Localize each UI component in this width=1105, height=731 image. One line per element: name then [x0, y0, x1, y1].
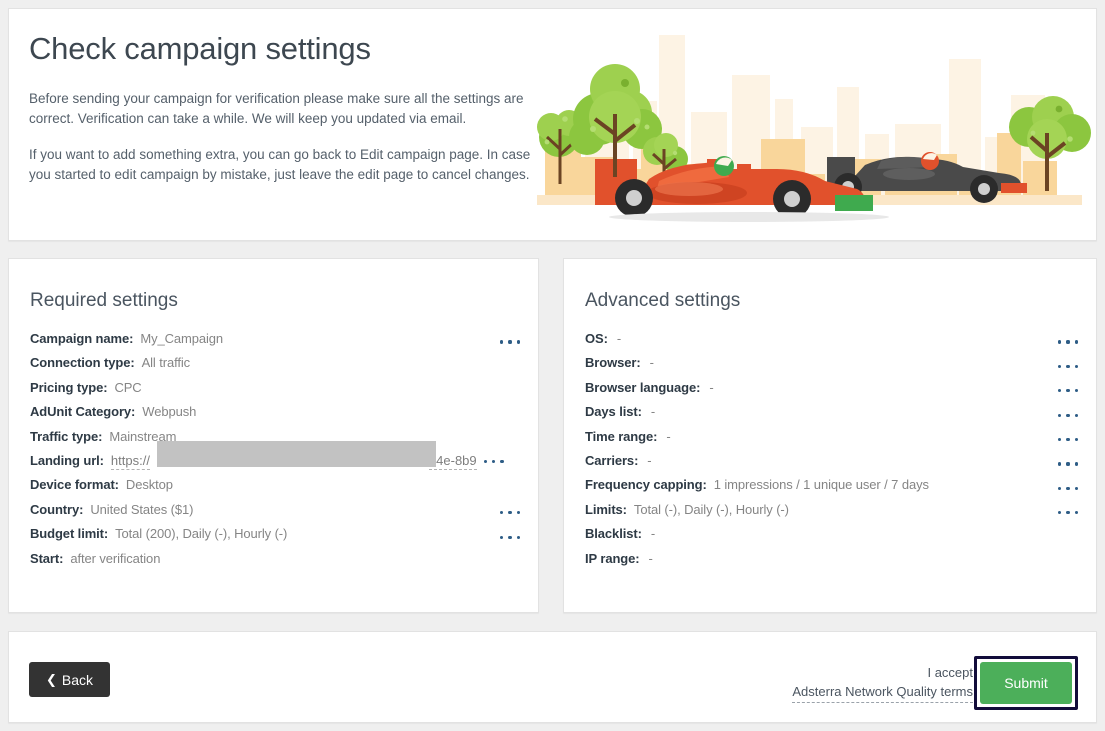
- row-menu-icon[interactable]: [1058, 408, 1078, 422]
- setting-label: IP range:: [585, 551, 640, 566]
- row-menu-icon[interactable]: [1058, 359, 1078, 373]
- setting-row: Frequency capping: 1 impressions / 1 uniq…: [585, 477, 1082, 501]
- setting-value: -: [650, 355, 654, 370]
- race-cars-illustration: [529, 9, 1097, 241]
- setting-row: Start: after verification: [30, 551, 524, 575]
- row-menu-icon[interactable]: [500, 530, 520, 544]
- setting-label: Device format:: [30, 477, 119, 492]
- setting-value: after verification: [70, 551, 160, 566]
- setting-row: AdUnit Category: Webpush: [30, 404, 524, 428]
- setting-value: -: [651, 526, 655, 541]
- advanced-settings-card: Advanced settings OS:-Browser:-Browser l…: [563, 258, 1097, 613]
- row-menu-icon[interactable]: [500, 506, 520, 520]
- check-campaign-settings-page: Check campaign settings Before sending y…: [0, 0, 1105, 731]
- advanced-settings-title: Advanced settings: [585, 290, 740, 312]
- advanced-settings-list: OS:-Browser:-Browser language:-Days list…: [585, 331, 1082, 575]
- setting-row: Pricing type: CPC: [30, 380, 524, 404]
- setting-label: Start:: [30, 551, 63, 566]
- landing-url-tail[interactable]: 44e-8b9: [429, 453, 477, 470]
- setting-value: Total (-), Daily (-), Hourly (-): [634, 502, 789, 517]
- setting-row: Budget limit: Total (200), Daily (-), Hou…: [30, 526, 524, 550]
- setting-row: Blacklist:-: [585, 526, 1082, 550]
- setting-label: Blacklist:: [585, 526, 642, 541]
- required-settings-list: Campaign name: My_Campaign Connection type…: [30, 331, 524, 575]
- setting-label: OS:: [585, 331, 608, 346]
- setting-value: 1 impressions / 1 unique user / 7 days: [714, 477, 929, 492]
- redacted-url-mask: [157, 441, 436, 467]
- setting-label: Browser:: [585, 355, 641, 370]
- setting-value: My_Campaign: [140, 331, 223, 346]
- setting-label: Time range:: [585, 429, 657, 444]
- submit-button-focus-ring: Submit: [974, 656, 1078, 710]
- back-button-label: Back: [62, 672, 93, 688]
- setting-row: IP range:-: [585, 551, 1082, 575]
- row-menu-icon[interactable]: [500, 335, 520, 349]
- setting-row: OS:-: [585, 331, 1082, 355]
- setting-row: Campaign name: My_Campaign: [30, 331, 524, 355]
- setting-row: Time range:-: [585, 429, 1082, 453]
- page-title: Check campaign settings: [29, 31, 539, 67]
- setting-row: Days list:-: [585, 404, 1082, 428]
- landing-url-link[interactable]: https://: [111, 453, 150, 470]
- setting-value: United States ($1): [90, 502, 193, 517]
- setting-row: Carriers:-: [585, 453, 1082, 477]
- setting-value: -: [709, 380, 713, 395]
- setting-label: Days list:: [585, 404, 642, 419]
- setting-label: Limits:: [585, 502, 627, 517]
- setting-label: Landing url:: [30, 453, 104, 468]
- setting-label: Country:: [30, 502, 83, 517]
- row-menu-icon[interactable]: [1058, 481, 1078, 495]
- hero-paragraph-2: If you want to add something extra, you …: [29, 145, 539, 185]
- row-menu-icon[interactable]: [1058, 457, 1078, 471]
- setting-row: Connection type: All traffic: [30, 355, 524, 379]
- setting-value: -: [666, 429, 670, 444]
- hero-card: Check campaign settings Before sending y…: [8, 8, 1097, 241]
- chevron-left-icon: ❮: [46, 673, 57, 686]
- setting-value: -: [649, 551, 653, 566]
- required-settings-card: Required settings Campaign name: My_Campa…: [8, 258, 539, 613]
- row-menu-icon[interactable]: [1058, 384, 1078, 398]
- setting-row: Browser:-: [585, 355, 1082, 379]
- setting-row: Country: United States ($1): [30, 502, 524, 526]
- setting-label: Campaign name:: [30, 331, 133, 346]
- setting-value: All traffic: [142, 355, 191, 370]
- setting-label: Connection type:: [30, 355, 135, 370]
- setting-label: AdUnit Category:: [30, 404, 135, 419]
- setting-label: Frequency capping:: [585, 477, 707, 492]
- hero-text-block: Check campaign settings Before sending y…: [29, 31, 539, 201]
- setting-row: Landing url: https:// 44e-8b9: [30, 453, 524, 477]
- setting-value: -: [651, 404, 655, 419]
- setting-row: Device format: Desktop: [30, 477, 524, 501]
- setting-label: Traffic type:: [30, 429, 102, 444]
- footer-bar: ❮ Back I accept Adsterra Network Quality…: [8, 631, 1097, 723]
- landing-url-value[interactable]: https:// 44e-8b9: [111, 453, 477, 470]
- setting-row: Browser language:-: [585, 380, 1082, 404]
- required-settings-title: Required settings: [30, 290, 178, 312]
- setting-label: Pricing type:: [30, 380, 107, 395]
- row-menu-icon[interactable]: [1058, 506, 1078, 520]
- row-menu-icon[interactable]: [1058, 433, 1078, 447]
- setting-label: Carriers:: [585, 453, 638, 468]
- submit-button[interactable]: Submit: [980, 662, 1072, 704]
- setting-value: -: [647, 453, 651, 468]
- setting-value: Total (200), Daily (-), Hourly (-): [115, 526, 287, 541]
- hero-paragraph-1: Before sending your campaign for verific…: [29, 89, 539, 129]
- quality-terms-link[interactable]: Adsterra Network Quality terms: [792, 682, 973, 703]
- setting-value: Webpush: [142, 404, 196, 419]
- row-menu-icon[interactable]: [484, 454, 504, 468]
- setting-label: Browser language:: [585, 380, 700, 395]
- row-menu-icon[interactable]: [1058, 335, 1078, 349]
- setting-row: Limits: Total (-), Daily (-), Hourly (-): [585, 502, 1082, 526]
- setting-label: Budget limit:: [30, 526, 108, 541]
- setting-value: CPC: [114, 380, 141, 395]
- back-button[interactable]: ❮ Back: [29, 662, 110, 697]
- setting-value: -: [617, 331, 621, 346]
- setting-value: Desktop: [126, 477, 173, 492]
- accept-prefix: I accept: [792, 663, 973, 682]
- accept-terms-block: I accept Adsterra Network Quality terms: [792, 663, 973, 703]
